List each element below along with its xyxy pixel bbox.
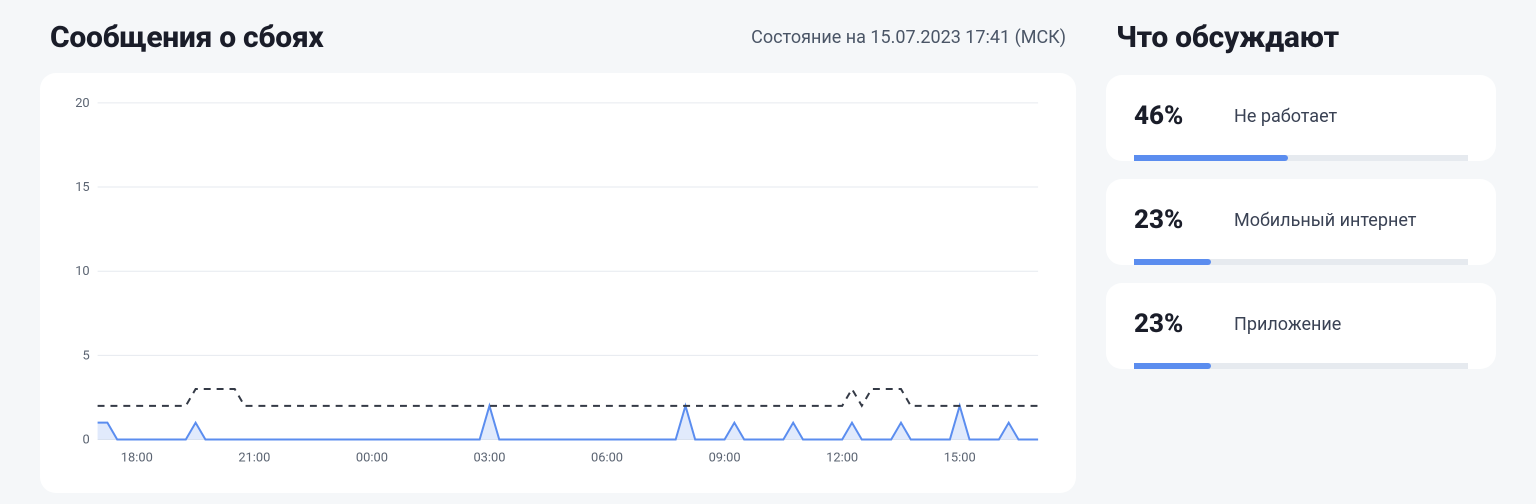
series-current-area	[98, 406, 1039, 440]
svg-text:21:00: 21:00	[238, 450, 270, 465]
topic-bar-fill	[1134, 363, 1211, 369]
topic-label: Приложение	[1234, 314, 1341, 335]
topic-label: Не работает	[1234, 106, 1337, 127]
outage-chart: 0 5 10 15 20 18:00 21:00 00:00 03:00 06:00 09:00 12…	[58, 93, 1048, 469]
topic-bar-track	[1134, 155, 1468, 161]
svg-text:09:00: 09:00	[709, 450, 741, 465]
topic-bar-track	[1134, 363, 1468, 369]
svg-text:10: 10	[75, 264, 89, 279]
topic-bar-track	[1134, 259, 1468, 265]
svg-text:5: 5	[82, 348, 89, 363]
topic-bar-fill	[1134, 259, 1211, 265]
topic-label: Мобильный интернет	[1234, 210, 1416, 231]
topic-percent: 23%	[1134, 205, 1206, 235]
chart-card: 0 5 10 15 20 18:00 21:00 00:00 03:00 06:00 09:00 12…	[40, 73, 1076, 493]
svg-text:15: 15	[75, 180, 89, 195]
topic-card[interactable]: 23% Приложение	[1106, 283, 1496, 369]
topic-card[interactable]: 46% Не работает	[1106, 75, 1496, 161]
svg-text:15:00: 15:00	[944, 450, 976, 465]
series-baseline-line	[98, 389, 1039, 406]
discuss-title: Что обсуждают	[1106, 20, 1496, 55]
status-timestamp: Состояние на 15.07.2023 17:41 (МСК)	[751, 27, 1066, 48]
svg-text:20: 20	[75, 96, 89, 111]
topic-percent: 46%	[1134, 101, 1206, 131]
svg-text:06:00: 06:00	[591, 450, 623, 465]
svg-text:00:00: 00:00	[356, 450, 388, 465]
topic-card[interactable]: 23% Мобильный интернет	[1106, 179, 1496, 265]
topic-bar-fill	[1134, 155, 1288, 161]
svg-text:18:00: 18:00	[121, 450, 153, 465]
svg-text:0: 0	[82, 432, 89, 447]
svg-text:03:00: 03:00	[473, 450, 505, 465]
reports-title: Сообщения о сбоях	[50, 20, 324, 55]
topic-percent: 23%	[1134, 309, 1206, 339]
svg-text:12:00: 12:00	[826, 450, 858, 465]
